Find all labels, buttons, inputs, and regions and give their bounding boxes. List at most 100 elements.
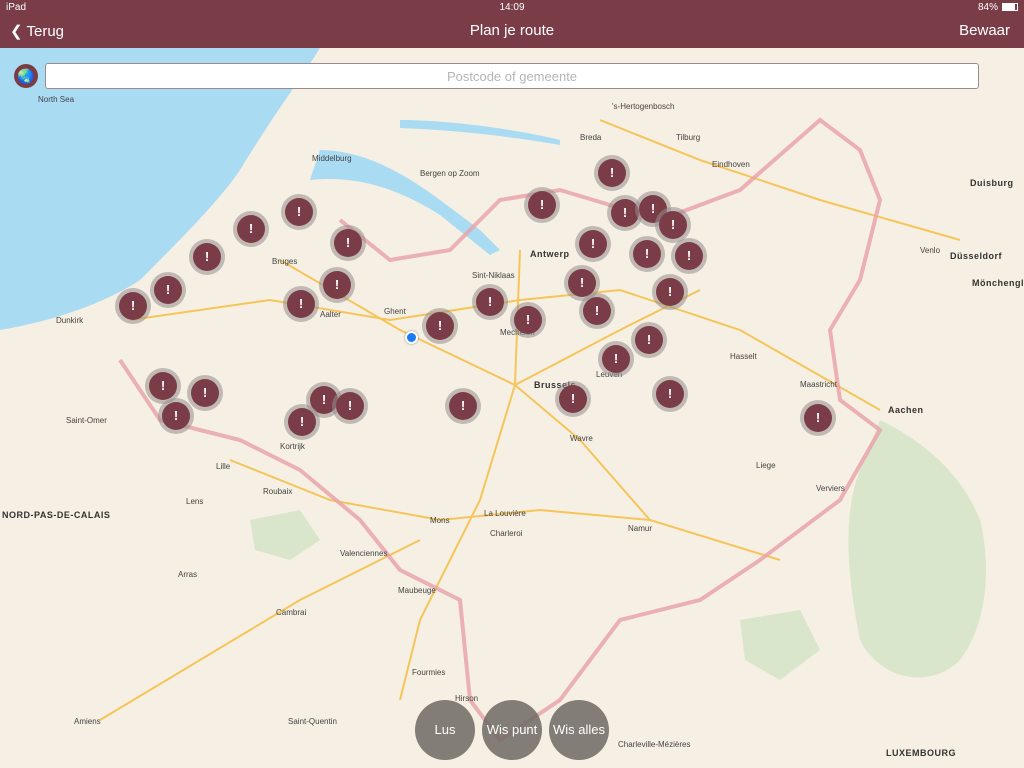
map-marker[interactable]: ! [800,400,836,436]
battery-percent: 84% [977,2,998,13]
exclamation-icon: ! [656,380,684,408]
map-marker[interactable]: ! [115,288,151,324]
loop-button[interactable]: Lus [415,700,475,760]
status-bar: iPad 14:09 84% [0,0,1024,16]
city-label: Breda [580,133,602,142]
map-marker[interactable]: ! [579,293,615,329]
exclamation-icon: ! [633,240,661,268]
map-marker[interactable]: ! [524,187,560,223]
map-marker[interactable]: ! [319,267,355,303]
exclamation-icon: ! [528,191,556,219]
exclamation-icon: ! [598,159,626,187]
exclamation-icon: ! [119,292,147,320]
exclamation-icon: ! [659,211,687,239]
city-label: Bergen op Zoom [420,169,480,178]
city-label: NORD-PAS-DE-CALAIS [2,510,111,520]
city-label: Dunkirk [56,316,84,325]
save-button[interactable]: Bewaar [959,22,1010,39]
clear-point-button[interactable]: Wis punt [482,700,542,760]
map-marker[interactable]: ! [631,322,667,358]
exclamation-icon: ! [579,230,607,258]
city-label: Aalter [320,310,341,319]
map-marker[interactable]: ! [652,376,688,412]
city-label: Charleville-Mézières [618,740,691,749]
city-label: Bruges [272,257,298,266]
map-marker[interactable]: ! [158,398,194,434]
page-title: Plan je route [469,22,555,39]
map-marker[interactable]: ! [150,272,186,308]
map-marker[interactable]: ! [472,284,508,320]
city-label: Hasselt [730,352,757,361]
map-marker[interactable]: ! [652,274,688,310]
map-marker[interactable]: ! [575,226,611,262]
city-label: Maastricht [800,380,837,389]
city-label: Amiens [74,717,101,726]
map-marker[interactable]: ! [187,375,223,411]
city-label: North Sea [38,95,75,104]
city-label: Arras [178,570,198,579]
city-label: Mönchengladbach [972,278,1024,288]
map-marker[interactable]: ! [189,239,225,275]
city-label: Charleroi [490,529,523,538]
exclamation-icon: ! [149,372,177,400]
exclamation-icon: ! [287,290,315,318]
city-label: Ghent [384,307,406,316]
city-label: Wavre [570,434,593,443]
map-marker[interactable]: ! [284,404,320,440]
city-label: Fourmies [412,668,446,677]
city-label: Saint-Omer [66,416,107,425]
exclamation-icon: ! [334,229,362,257]
exclamation-icon: ! [656,278,684,306]
city-label: Kortrijk [280,442,305,451]
exclamation-icon: ! [559,385,587,413]
exclamation-icon: ! [323,271,351,299]
city-label: Cambrai [276,608,307,617]
clock: 14:09 [499,2,525,13]
city-label: Valenciennes [340,549,388,558]
current-location-dot [405,331,418,344]
city-label: Liege [756,461,776,470]
city-label: Middelburg [312,154,352,163]
exclamation-icon: ! [804,404,832,432]
exclamation-icon: ! [476,288,504,316]
search-input[interactable] [45,63,979,89]
map-marker[interactable]: ! [330,225,366,261]
exclamation-icon: ! [675,242,703,270]
exclamation-icon: ! [288,408,316,436]
exclamation-icon: ! [237,215,265,243]
city-label: Lille [216,462,231,471]
map-marker[interactable]: ! [281,194,317,230]
city-label: Roubaix [263,487,293,496]
map-marker[interactable]: ! [510,302,546,338]
map-marker[interactable]: ! [233,211,269,247]
nav-bar: ❮ Terug Plan je route Bewaar [0,16,1024,48]
exclamation-icon: ! [635,326,663,354]
exclamation-icon: ! [583,297,611,325]
city-label: Hirson [455,694,479,703]
city-label: Maubeuge [398,586,436,595]
city-label: Eindhoven [712,160,750,169]
map-marker[interactable]: ! [422,308,458,344]
map-marker[interactable]: ! [555,381,591,417]
map-marker[interactable]: ! [332,388,368,424]
city-label: 's-Hertogenbosch [612,102,675,111]
city-label: LUXEMBOURG [886,748,956,758]
map-marker[interactable]: ! [445,388,481,424]
map-marker[interactable]: ! [671,238,707,274]
city-label: Saint-Quentin [288,717,337,726]
exclamation-icon: ! [285,198,313,226]
map-marker[interactable]: ! [283,286,319,322]
exclamation-icon: ! [162,402,190,430]
globe-icon[interactable]: 🌏 [14,64,38,88]
map-marker[interactable]: ! [598,341,634,377]
map-marker[interactable]: ! [594,155,630,191]
city-label: Namur [628,524,653,533]
city-label: Tilburg [676,133,701,142]
city-label: Verviers [816,484,845,493]
city-label: Duisburg [970,178,1014,188]
clear-all-button[interactable]: Wis alles [549,700,609,760]
battery-icon [1002,3,1018,11]
city-label: Antwerp [530,249,570,259]
map-marker[interactable]: ! [629,236,665,272]
city-label: Lens [186,497,204,506]
